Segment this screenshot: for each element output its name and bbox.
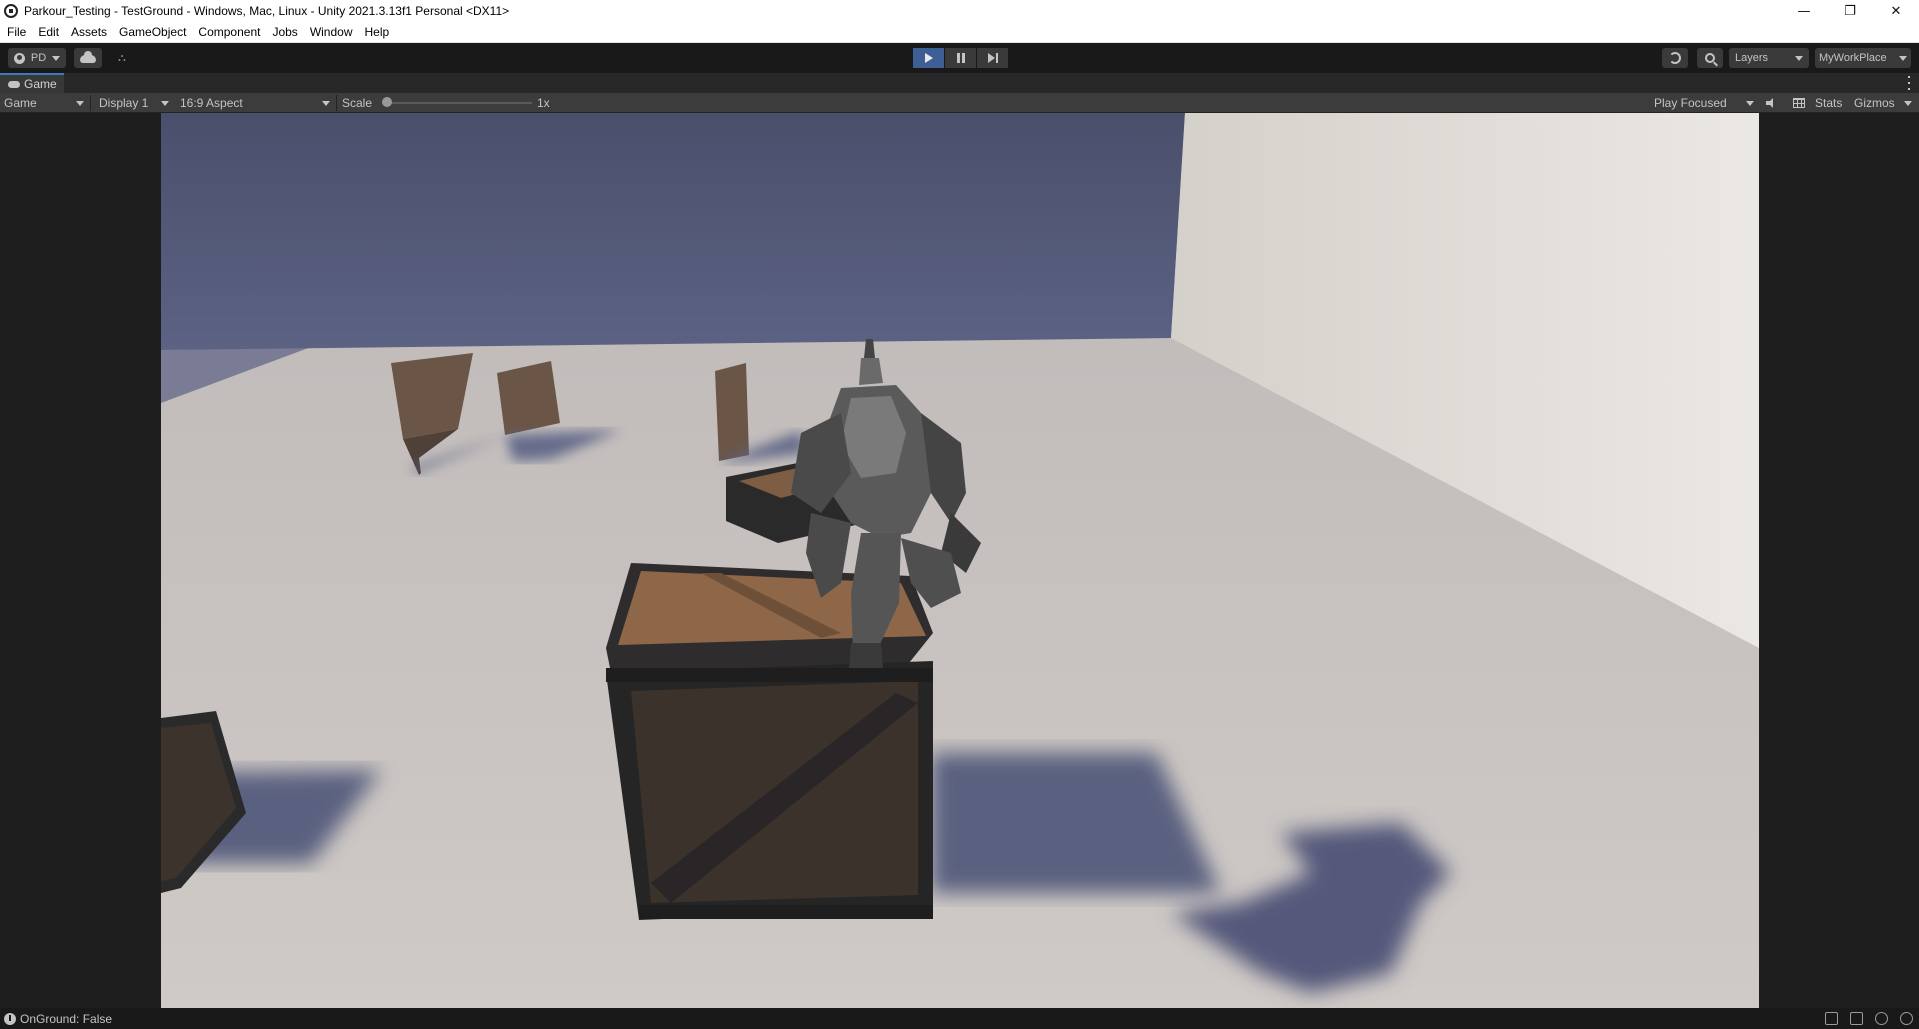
gizmos-label: Gizmos: [1854, 96, 1895, 110]
account-label: PD: [30, 52, 47, 64]
playmode-controls: [913, 48, 1008, 68]
scale-label: Scale: [342, 96, 373, 110]
main-crate-rim: [606, 668, 933, 682]
pause-button[interactable]: [945, 48, 976, 68]
tab-more-menu[interactable]: [1907, 76, 1911, 90]
info-icon: [4, 1012, 16, 1025]
aspect-label: 16:9 Aspect: [180, 96, 243, 110]
search-button[interactable]: [1697, 48, 1723, 68]
cloud-button[interactable]: [74, 48, 102, 68]
collab-icon: ⛬: [118, 51, 126, 64]
tab-game[interactable]: Game: [0, 73, 64, 93]
menu-edit[interactable]: Edit: [32, 22, 65, 42]
game-view-toolbar: Game Display 1 16:9 Aspect Scale 1x Play…: [0, 93, 1919, 113]
back-wall: [161, 113, 1185, 350]
menu-gameobject[interactable]: GameObject: [113, 22, 192, 42]
main-toolbar: PD ⛬ Layers MyWorkPlace: [0, 43, 1919, 73]
grid-icon: [1793, 98, 1805, 108]
close-button[interactable]: ✕: [1873, 0, 1919, 22]
pause-icon: [956, 53, 965, 63]
step-icon: [987, 53, 998, 63]
mute-audio-button[interactable]: [1766, 93, 1776, 113]
layout-label: MyWorkPlace: [1819, 52, 1887, 64]
chevron-down-icon: [1746, 100, 1754, 106]
auto-refresh-icon[interactable]: [1875, 1012, 1888, 1025]
layers-dropdown[interactable]: Layers: [1729, 48, 1809, 68]
play-button[interactable]: [913, 48, 944, 68]
board-2: [497, 361, 560, 435]
layout-dropdown[interactable]: MyWorkPlace: [1815, 48, 1911, 68]
gizmos-dropdown[interactable]: Gizmos: [1850, 93, 1916, 113]
undo-history-button[interactable]: [1662, 48, 1688, 68]
window-title: Parkour_Testing - TestGround - Windows, …: [24, 4, 510, 18]
chevron-down-icon: [1899, 55, 1907, 61]
search-icon: [1705, 53, 1715, 63]
play-icon: [924, 53, 933, 63]
account-icon: [14, 52, 25, 64]
stats-button[interactable]: Stats: [1815, 93, 1842, 113]
cloud-icon: [80, 51, 96, 63]
chevron-down-icon: [52, 55, 60, 61]
aspect-dropdown[interactable]: 16:9 Aspect: [176, 93, 334, 113]
menu-assets[interactable]: Assets: [65, 22, 113, 42]
play-mode-label: Play Focused: [1654, 96, 1727, 110]
tab-strip: Game: [0, 73, 1919, 93]
menu-jobs[interactable]: Jobs: [266, 22, 303, 42]
gamepad-icon: [8, 80, 20, 88]
minimize-button[interactable]: —: [1781, 0, 1827, 22]
menu-bar: File Edit Assets GameObject Component Jo…: [0, 22, 1919, 43]
scale-slider-thumb[interactable]: [382, 97, 392, 107]
chevron-down-icon: [76, 100, 84, 106]
status-bar: OnGround: False: [0, 1008, 1919, 1029]
board-3: [715, 363, 749, 461]
restore-button[interactable]: ❐: [1827, 0, 1873, 22]
game-scene: [161, 113, 1759, 1008]
history-icon: [1669, 52, 1681, 64]
layers-label: Layers: [1735, 52, 1769, 64]
display-label: Display 1: [99, 96, 149, 110]
unity-logo-icon: [4, 4, 18, 18]
divider: [90, 95, 91, 111]
chevron-down-icon: [1795, 55, 1803, 61]
main-crate-bottom-rim: [639, 905, 933, 919]
collab-button[interactable]: ⛬: [110, 48, 134, 68]
game-render-view[interactable]: [161, 113, 1759, 1008]
account-dropdown[interactable]: PD: [8, 48, 66, 68]
title-bar: Parkour_Testing - TestGround - Windows, …: [0, 0, 1919, 22]
menu-window[interactable]: Window: [304, 22, 359, 42]
divider: [336, 95, 337, 111]
chevron-down-icon: [1904, 100, 1912, 106]
grid-toggle-button[interactable]: [1793, 93, 1805, 113]
step-button[interactable]: [977, 48, 1008, 68]
play-mode-dropdown[interactable]: Play Focused: [1650, 93, 1758, 113]
view-mode-label: Game: [4, 96, 37, 110]
chevron-down-icon: [161, 100, 169, 106]
debug-icon[interactable]: [1825, 1012, 1838, 1025]
menu-help[interactable]: Help: [359, 22, 396, 42]
status-icons: [1825, 1012, 1913, 1025]
scale-slider-track[interactable]: [384, 102, 532, 104]
chevron-down-icon: [322, 100, 330, 106]
console-status-message[interactable]: OnGround: False: [20, 1012, 112, 1026]
scale-value: 1x: [537, 96, 550, 110]
menu-component[interactable]: Component: [192, 22, 266, 42]
speaker-icon: [1766, 98, 1776, 108]
window-controls: — ❐ ✕: [1781, 0, 1919, 22]
cache-icon[interactable]: [1850, 1012, 1863, 1025]
display-dropdown[interactable]: Display 1: [95, 93, 173, 113]
menu-file[interactable]: File: [0, 22, 32, 42]
progress-icon[interactable]: [1900, 1012, 1913, 1025]
tab-game-label: Game: [24, 77, 57, 91]
view-mode-dropdown[interactable]: Game: [0, 93, 88, 113]
